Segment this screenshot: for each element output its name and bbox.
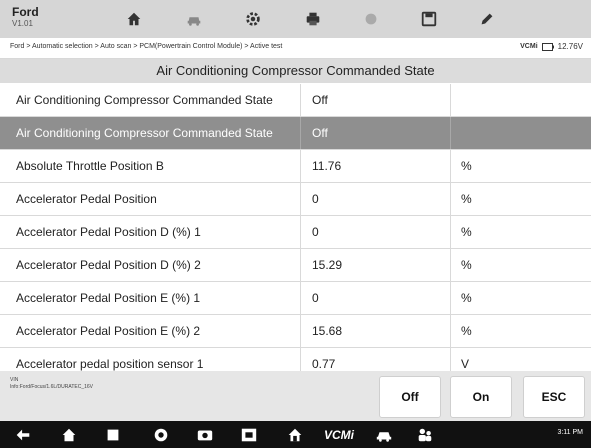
maxifix-home-icon[interactable] bbox=[286, 425, 304, 444]
table-row[interactable]: Accelerator Pedal Position E (%) 2 15.68% bbox=[0, 315, 591, 348]
column-divider bbox=[300, 84, 301, 116]
top-toolbar: Ford V1.01 bbox=[0, 0, 591, 38]
table-row[interactable]: Absolute Throttle Position B 11.76% bbox=[0, 150, 591, 183]
parameter-value: 0 bbox=[312, 225, 319, 239]
parameter-name: Air Conditioning Compressor Commanded St… bbox=[16, 126, 273, 140]
app-name: Ford bbox=[12, 5, 39, 19]
esc-button[interactable]: ESC bbox=[523, 376, 585, 418]
data-stream-table: Air Conditioning Compressor Commanded St… bbox=[0, 84, 591, 381]
parameter-value: Off bbox=[312, 126, 328, 140]
parameter-value: 15.29 bbox=[312, 258, 343, 272]
parameter-name: Accelerator Pedal Position D (%) 1 bbox=[16, 225, 201, 239]
column-divider bbox=[450, 249, 451, 281]
table-row[interactable]: Air Conditioning Compressor Commanded St… bbox=[0, 117, 591, 150]
parameter-unit: % bbox=[461, 291, 472, 305]
vehicle-description: Info:Ford/Focus/1.6L/DURATEC_16V bbox=[10, 384, 93, 390]
column-divider bbox=[300, 315, 301, 347]
vcm-nav-label: VCMi bbox=[324, 427, 354, 442]
parameter-unit: % bbox=[461, 225, 472, 239]
column-divider bbox=[300, 150, 301, 182]
column-divider bbox=[450, 84, 451, 116]
parameter-value: 11.76 bbox=[312, 159, 342, 173]
parameter-value: 15.68 bbox=[312, 324, 343, 338]
bottom-bar: VIN Info:Ford/Focus/1.6L/DURATEC_16V Off… bbox=[0, 371, 591, 421]
camera-icon[interactable] bbox=[196, 425, 214, 444]
table-row[interactable]: Accelerator Pedal Position 0% bbox=[0, 183, 591, 216]
column-divider bbox=[300, 216, 301, 248]
browser-icon[interactable] bbox=[152, 425, 170, 444]
table-row[interactable]: Accelerator Pedal Position E (%) 1 0% bbox=[0, 282, 591, 315]
recent-apps-icon[interactable] bbox=[104, 425, 122, 444]
page-title: Air Conditioning Compressor Commanded St… bbox=[0, 59, 591, 83]
parameter-name: Accelerator Pedal Position E (%) 2 bbox=[16, 324, 201, 338]
parameter-name: Absolute Throttle Position B bbox=[16, 159, 164, 173]
back-icon[interactable] bbox=[14, 425, 32, 444]
status-clock: 3:11 PM bbox=[557, 429, 583, 436]
vcm-label: VCMi bbox=[520, 43, 538, 50]
column-divider bbox=[300, 249, 301, 281]
parameter-name: Accelerator Pedal Position E (%) 1 bbox=[16, 291, 201, 305]
on-button[interactable]: On bbox=[450, 376, 512, 418]
vehicle-info: VIN Info:Ford/Focus/1.6L/DURATEC_16V bbox=[10, 377, 93, 391]
help-icon[interactable] bbox=[361, 10, 381, 28]
parameter-name: Accelerator Pedal Position bbox=[16, 192, 157, 206]
car-icon[interactable] bbox=[184, 10, 204, 28]
vcm-status: VCMi 12.76V bbox=[520, 42, 583, 51]
parameter-unit: % bbox=[461, 159, 472, 173]
pen-icon[interactable] bbox=[477, 10, 497, 28]
column-divider bbox=[450, 117, 451, 149]
column-divider bbox=[450, 315, 451, 347]
column-divider bbox=[450, 183, 451, 215]
table-row[interactable]: Air Conditioning Compressor Commanded St… bbox=[0, 84, 591, 117]
parameter-value: 0 bbox=[312, 192, 319, 206]
parameter-name: Air Conditioning Compressor Commanded St… bbox=[16, 93, 273, 107]
parameter-unit: % bbox=[461, 192, 472, 206]
gear-icon[interactable] bbox=[243, 10, 263, 28]
parameter-unit: % bbox=[461, 324, 472, 338]
breadcrumb: Ford > Automatic selection > Auto scan >… bbox=[10, 43, 283, 50]
column-divider bbox=[450, 282, 451, 314]
vcm-voltage: 12.76V bbox=[557, 42, 583, 51]
app-version: V1.01 bbox=[12, 19, 33, 28]
column-divider bbox=[450, 216, 451, 248]
parameter-name: Accelerator Pedal Position D (%) 2 bbox=[16, 258, 201, 272]
table-row[interactable]: Accelerator Pedal Position D (%) 2 15.29% bbox=[0, 249, 591, 282]
breadcrumb-bar: Ford > Automatic selection > Auto scan >… bbox=[0, 38, 591, 59]
parameter-unit: % bbox=[461, 258, 472, 272]
save-icon[interactable] bbox=[419, 10, 439, 28]
parameter-value: 0 bbox=[312, 291, 319, 305]
home-nav-icon[interactable] bbox=[60, 425, 78, 444]
table-row[interactable]: Accelerator Pedal Position D (%) 1 0% bbox=[0, 216, 591, 249]
battery-icon bbox=[541, 42, 554, 51]
home-icon[interactable] bbox=[124, 10, 144, 28]
printer-icon[interactable] bbox=[303, 10, 323, 28]
remote-support-icon[interactable] bbox=[416, 425, 434, 444]
vin-label: VIN bbox=[10, 377, 19, 383]
off-button[interactable]: Off bbox=[379, 376, 441, 418]
car-nav-icon[interactable] bbox=[375, 425, 393, 444]
vcm-nav-icon[interactable]: VCMi bbox=[324, 425, 354, 444]
column-divider bbox=[300, 183, 301, 215]
column-divider bbox=[450, 150, 451, 182]
app-brand: Ford V1.01 bbox=[12, 5, 39, 29]
screenshot-icon[interactable] bbox=[240, 425, 258, 444]
column-divider bbox=[300, 117, 301, 149]
parameter-value: Off bbox=[312, 93, 328, 107]
system-nav-bar: VCMi 3:11 PM bbox=[0, 421, 591, 448]
column-divider bbox=[300, 282, 301, 314]
